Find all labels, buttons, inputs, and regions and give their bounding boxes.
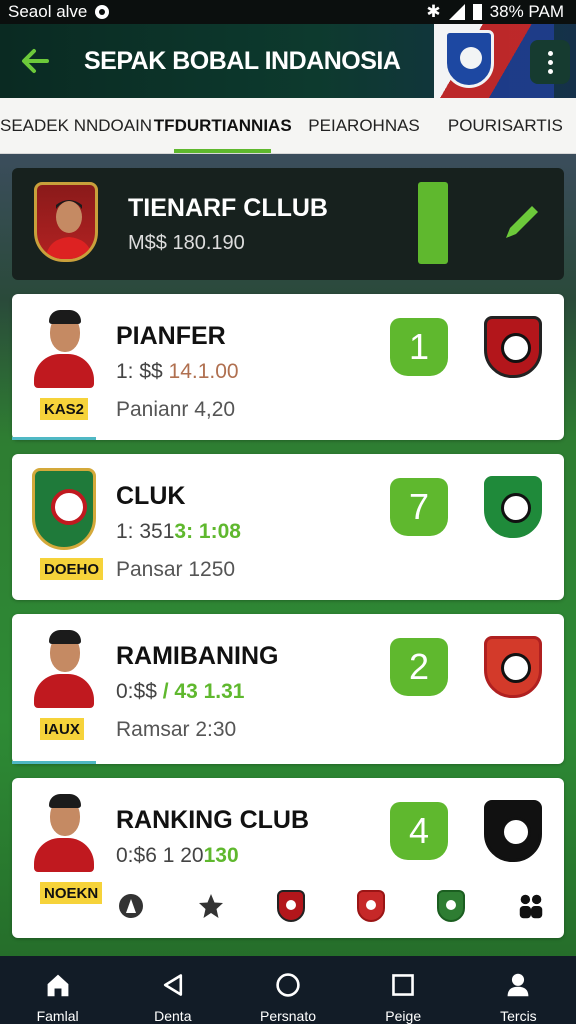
nav-label: Famlal [36,1008,79,1024]
card-accent [12,761,96,764]
status-bar: Seaol alve ✱ 38% PAM [0,0,576,24]
tab-1[interactable]: SEADEK NNDOAIN [0,98,152,153]
player-tag: NOEKN [40,882,103,904]
back-button[interactable] [0,24,70,98]
status-right-text: 38% PAM [489,2,564,21]
bluetooth-icon: ✱ [426,2,441,21]
tab-4[interactable]: POURISARTIS [435,98,576,153]
circle-icon [276,973,300,997]
federation-shield-icon [444,30,494,88]
value-prefix: 0:$6 1 20 [116,844,204,867]
more-options-button[interactable] [530,40,570,84]
card-value: 0:$6 1 20130 [116,844,239,868]
card-sub: Pansar 1250 [116,558,236,581]
rank-badge: 1 [390,318,448,376]
rank-badge: 7 [390,478,448,536]
status-left-text: Seaol alve [8,2,88,21]
status-left: Seaol alve [8,2,110,22]
home-icon [47,974,68,997]
card-accent [12,437,96,440]
wolf-icon[interactable] [116,890,146,922]
nav-back[interactable]: Denta [115,956,230,1024]
edit-button[interactable] [490,190,554,254]
app-bar: SEPAK BOBAL INDANOSIA [0,24,576,98]
featured-player-badge [34,182,98,262]
tab-bar: SEADEK NNDOAIN TFDURTIANNIAS PEIAROHNAS … [0,98,576,154]
nav-label: Denta [154,1008,192,1024]
card-sub: Panianr 4,20 [116,398,236,421]
player-tag: IAUX [40,718,84,740]
value-prefix: 1: 351 [116,520,175,543]
profile-icon [508,973,529,997]
card-value: 1: $$ 14.1.00 [116,360,239,384]
card-name: PIANFER [116,322,226,350]
tab-2[interactable]: TFDURTIANNIAS [152,98,293,153]
player-avatar [32,792,96,872]
list-item[interactable]: KAS2 PIANFER 1: $$ 14.1.00 Panianr 4,20 … [12,294,564,440]
bottom-navigation: Famlal Denta Persnato Peige Tercis [0,956,576,1024]
value-highlight: 130 [203,844,239,867]
card-sub: Ramsar 2:30 [116,718,237,741]
star-icon[interactable] [196,890,226,922]
player-avatar [32,628,96,708]
value-prefix: 0:$$ [116,680,163,703]
nav-label: Persnato [259,1008,317,1024]
nav-home[interactable]: Famlal [0,956,115,1024]
featured-subtitle: M$$ 180.190 [128,232,245,254]
card-name: RANKING CLUB [116,806,310,834]
nav-label: Tercis [500,1008,537,1024]
tab-3[interactable]: PEIAROHNAS [293,98,434,153]
card-value: 1: 3513: 1:08 [116,520,241,544]
card-name: RAMIBANING [116,642,279,670]
player-avatar [32,308,96,388]
people-icon[interactable] [516,890,546,922]
team-crest-icon [484,316,542,378]
team-crest-icon [484,636,542,698]
nav-home-circle[interactable]: Persnato [230,956,345,1024]
app-title: SEPAK BOBAL INDANOSIA [84,46,401,75]
nav-recents[interactable]: Peige [346,956,461,1024]
featured-club-card[interactable]: TIENARF CLLUB M$$ 180.190 [12,168,564,280]
signal-icon [448,4,465,20]
card-name: CLUK [116,482,186,510]
club-shield-icon[interactable] [276,890,306,922]
player-tag: KAS2 [40,398,89,420]
arrow-left-icon [22,49,49,73]
ball-icon [460,47,482,69]
dot-icon [547,50,553,56]
nav-profile[interactable]: Tercis [461,956,576,1024]
rank-badge: 2 [390,638,448,696]
club-shield-icon[interactable] [436,890,466,922]
status-right: ✱ 38% PAM [426,2,564,22]
featured-green-bar [418,182,448,264]
club-tag: DOEHO [40,558,104,580]
list-item[interactable]: DOEHO CLUK 1: 3513: 1:08 Pansar 1250 7 [12,454,564,600]
battery-icon [472,4,482,20]
club-shield-icon[interactable] [356,890,386,922]
value-highlight: / 43 1.31 [162,680,245,703]
dot-icon [547,68,553,74]
value-highlight: 3: 1:08 [174,520,241,543]
player-portrait-icon [45,200,93,259]
square-icon [392,974,415,996]
list-item[interactable]: NOEKN RANKING CLUB 0:$6 1 20130 4 [12,778,564,938]
dot-icon [547,59,553,65]
card-value: 0:$$ / 43 1.31 [116,680,244,704]
featured-title: TIENARF CLLUB [128,194,328,222]
value-highlight: 14.1.00 [168,360,239,383]
rank-badge: 4 [390,802,448,860]
value-prefix: 1: $$ [116,360,169,383]
nav-label: Peige [385,1008,422,1024]
club-crest-icon [32,468,96,550]
list-item[interactable]: IAUX RAMIBANING 0:$$ / 43 1.31 Ramsar 2:… [12,614,564,764]
pencil-icon [506,206,538,238]
back-triangle-icon [163,974,182,996]
team-crest-icon [484,800,542,862]
notification-circle-icon [95,5,110,19]
club-icon-row [116,886,546,926]
team-crest-icon [484,476,542,538]
